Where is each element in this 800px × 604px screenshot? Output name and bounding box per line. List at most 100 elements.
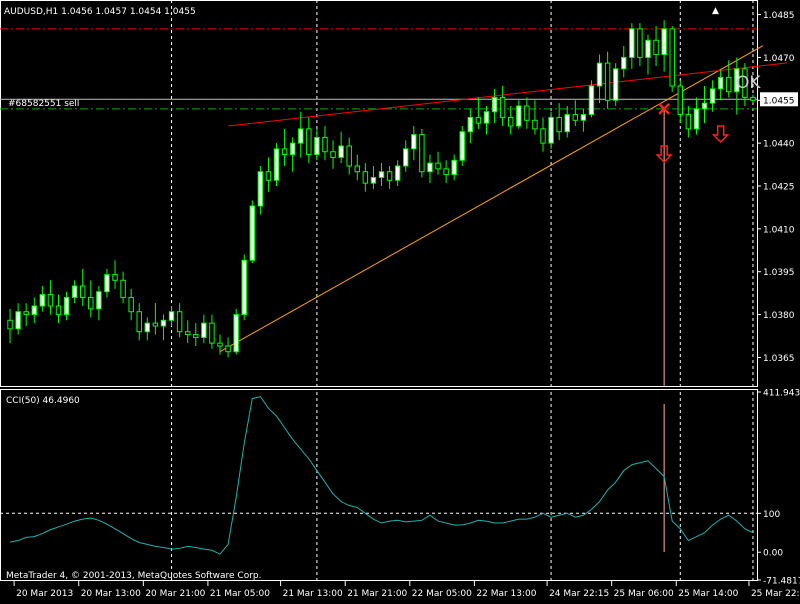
candle-body (354, 165, 360, 173)
candle-body (120, 279, 126, 298)
candle-body (588, 85, 595, 116)
candle-body (128, 296, 134, 313)
candle-body (249, 205, 256, 261)
ok-label: OK (736, 73, 761, 93)
candle-body (39, 294, 46, 307)
time-label: 22 Mar 05:00 (412, 589, 472, 599)
candle-body (548, 116, 554, 144)
candle-body (540, 128, 546, 144)
candle-body (63, 296, 70, 316)
candle-body (621, 56, 627, 70)
candle-body (136, 311, 142, 333)
candle-body (516, 105, 522, 127)
candle-body (580, 114, 587, 121)
candle-body (435, 162, 441, 170)
candle-body (79, 285, 86, 298)
candle-body (443, 168, 449, 176)
candle-body (289, 142, 296, 156)
candle-body (467, 116, 474, 133)
candle-body (653, 39, 659, 56)
price-tick-label: 1.0395 (763, 268, 795, 278)
cci-tick-label: 100 (763, 510, 780, 520)
candle-body (55, 305, 62, 316)
candle-body (661, 28, 667, 56)
candle-body (31, 305, 37, 316)
candle (241, 254, 247, 321)
candle-body (96, 291, 102, 310)
time-label: 20 Mar 21:00 (145, 589, 205, 599)
candle-body (168, 311, 175, 321)
candle-body (701, 102, 708, 110)
candle-body (403, 148, 409, 167)
candle-body (386, 171, 393, 181)
time-label: 25 Mar 06:00 (614, 589, 674, 599)
candle-body (152, 322, 159, 327)
candle-body (201, 322, 207, 338)
candle-body (338, 145, 344, 158)
chart-header: AUDUSD,H1 1.0456 1.0457 1.0454 1.0455 (4, 7, 196, 17)
chart-svg[interactable]: #68582551 sell OK 1.0485 1.0470 1.0455 1.0440… (0, 0, 800, 600)
candle-body (451, 159, 457, 176)
candle-body (306, 128, 312, 156)
candle-body (556, 116, 562, 133)
candle-body (23, 311, 29, 316)
candle-body (524, 105, 530, 121)
candle (233, 308, 239, 355)
current-price-label: 1.0455 (763, 96, 795, 106)
candle-body (483, 111, 490, 124)
candle-body (507, 116, 514, 127)
candle-body (88, 296, 94, 310)
candle-body (265, 171, 272, 181)
candle-body (378, 171, 385, 178)
candle-body (233, 314, 239, 353)
cci-tick-label: -71.4817 (763, 577, 800, 587)
candle-body (47, 294, 54, 307)
candle (669, 26, 675, 92)
cci-tick-label: 411.9435 (763, 389, 800, 399)
candle (459, 126, 465, 166)
candle-body (330, 151, 336, 158)
candle-body (160, 319, 167, 327)
time-label: 25 Mar 14:00 (678, 589, 738, 599)
candle-body (645, 39, 651, 58)
candle-body (7, 319, 13, 330)
candle-body (314, 136, 320, 156)
candle-body (394, 165, 401, 181)
candle-body (362, 171, 369, 184)
candle-body (475, 116, 482, 124)
time-label: 21 Mar 05:00 (210, 589, 270, 599)
candle-body (677, 85, 684, 116)
candle-body (419, 134, 425, 173)
candle (249, 200, 256, 264)
candle-body (193, 334, 199, 338)
candle-body (209, 322, 215, 344)
candle-body (225, 345, 231, 353)
candle-body (257, 171, 264, 207)
price-tick-label: 1.0410 (763, 225, 795, 235)
candle-body (637, 28, 643, 58)
cci-tick-label: 0.00 (763, 549, 783, 559)
candle-body (176, 311, 183, 333)
price-tick-label: 1.0470 (763, 54, 795, 64)
price-tick-label: 1.0365 (763, 354, 795, 364)
order-label: #68582551 sell (8, 99, 79, 109)
candle-body (564, 114, 570, 133)
trading-chart[interactable]: #68582551 sell OK 1.0485 1.0470 1.0455 1.0440… (0, 0, 800, 600)
candle-body (273, 148, 280, 181)
candle (419, 128, 425, 178)
candle-body (370, 176, 377, 184)
candle-body (596, 62, 603, 87)
candle-body (104, 274, 110, 293)
candle-body (144, 322, 151, 333)
candle-body (459, 131, 465, 161)
restore-button-icon: ▲ (712, 6, 719, 16)
candle-body (499, 96, 506, 118)
price-tick-label: 1.0425 (763, 183, 795, 193)
candle-body (693, 108, 700, 130)
candle-body (281, 148, 288, 156)
candle-body (685, 114, 692, 130)
candle-body (298, 128, 304, 144)
candle (548, 111, 554, 149)
candle-body (669, 28, 675, 87)
time-label: 21 Mar 13:00 (283, 589, 343, 599)
